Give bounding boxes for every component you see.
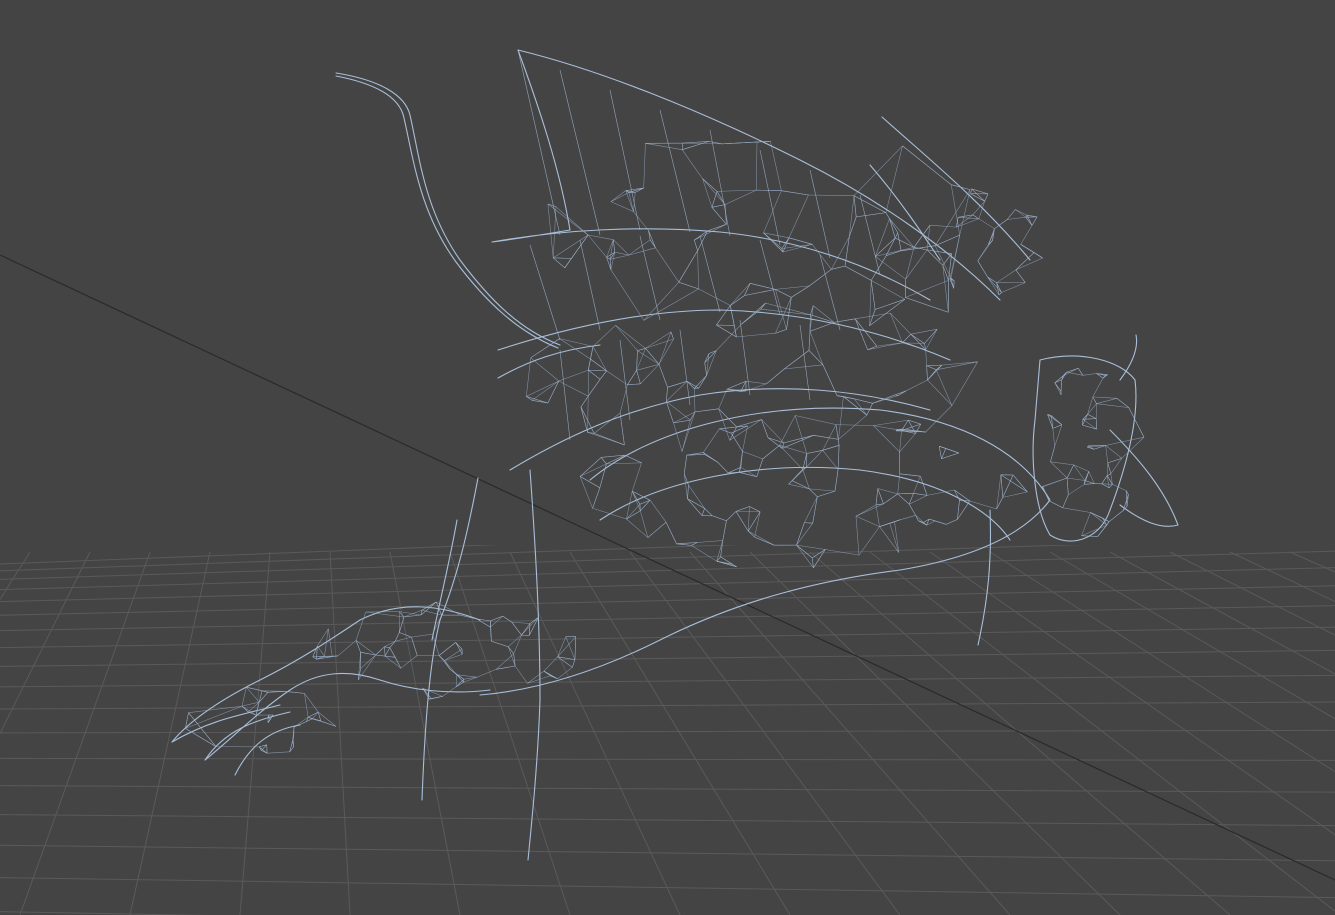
mesh-edge — [293, 716, 309, 728]
mesh-edge — [429, 696, 443, 700]
mesh-edge — [358, 652, 361, 680]
mesh-edge — [557, 636, 567, 657]
mesh-edge — [411, 637, 418, 656]
grid-line — [0, 551, 91, 735]
mesh-edge — [574, 636, 577, 660]
mesh-edge — [411, 633, 433, 638]
mesh-edge — [261, 690, 285, 692]
grid-line — [809, 551, 1231, 915]
mesh-edge — [307, 711, 319, 718]
mesh-edge — [527, 670, 545, 684]
mesh-edge — [455, 674, 457, 687]
grid-line — [0, 551, 31, 601]
ground-grid — [0, 0, 1335, 915]
mesh-edge — [543, 656, 558, 672]
mesh-edge — [395, 656, 402, 669]
mesh-edge — [375, 646, 385, 656]
grid-horizon-mask — [0, 0, 1335, 545]
mesh-edge — [389, 641, 396, 648]
mesh-edge — [318, 711, 337, 727]
mesh-edge — [394, 632, 400, 642]
mesh-edge — [384, 647, 391, 657]
mesh-edge — [490, 615, 503, 622]
grid-line — [749, 551, 1121, 915]
mesh-edge — [511, 621, 531, 624]
grid-line — [0, 757, 1335, 761]
grid-line — [629, 551, 901, 915]
mesh-edge — [444, 654, 463, 661]
mesh-edge — [813, 549, 826, 568]
mesh-edge — [812, 549, 826, 559]
mesh-edge — [258, 746, 268, 754]
mesh-edge — [384, 646, 386, 657]
tail-fin-spikes — [171, 704, 301, 776]
grid-line — [509, 551, 681, 915]
mesh-edge — [317, 645, 325, 657]
grid-line — [0, 877, 1335, 899]
grid-line — [569, 551, 791, 915]
mesh-edge — [389, 647, 396, 658]
mesh-edge — [572, 659, 576, 668]
mesh-edge — [557, 656, 573, 668]
mesh-edge — [691, 545, 717, 562]
grid-line — [0, 674, 1335, 688]
grid-line — [0, 585, 1335, 616]
mesh-edge — [557, 636, 577, 657]
mesh-edge — [511, 621, 522, 636]
mesh-edge — [449, 669, 465, 680]
mesh-edge — [422, 687, 443, 697]
grid-line — [0, 729, 1335, 734]
mesh-edge — [241, 687, 247, 707]
mesh-edge — [438, 655, 451, 670]
grid-line — [0, 814, 1335, 827]
mesh-edge — [476, 669, 497, 678]
mesh-edge — [384, 646, 390, 648]
mesh-edge — [399, 616, 405, 633]
grid-line — [0, 911, 210, 915]
viewport-scene[interactable] — [0, 0, 1335, 915]
mesh-edge — [267, 751, 290, 754]
mesh-edge — [293, 721, 307, 728]
mesh-edge — [491, 641, 509, 647]
mesh-edge — [514, 665, 528, 684]
mesh-edge — [317, 628, 329, 647]
grid-line — [0, 550, 1335, 591]
grid-line — [0, 605, 1335, 632]
mesh-edge — [185, 728, 217, 747]
mesh-edge — [796, 544, 814, 568]
mesh-edge — [355, 611, 367, 641]
mesh-edge — [720, 556, 737, 568]
mesh-edge — [543, 670, 558, 680]
mesh-edge — [508, 646, 514, 654]
mesh-edge — [716, 560, 737, 568]
grid-line — [0, 649, 1335, 667]
mesh-edge — [508, 634, 522, 647]
grid-line — [449, 551, 571, 915]
grid-line — [129, 551, 211, 915]
mesh-edge — [395, 636, 412, 642]
mesh-edge — [311, 711, 319, 719]
mesh-edge — [267, 691, 285, 693]
mesh-edge — [513, 634, 522, 654]
mesh-edge — [304, 693, 309, 718]
grid-line — [0, 701, 1335, 710]
mesh-edge — [312, 656, 317, 660]
grid-line — [329, 551, 351, 915]
grid-line — [0, 844, 1335, 862]
mesh-edge — [304, 693, 319, 713]
mesh-edge — [521, 623, 531, 636]
mesh-edge — [375, 654, 386, 657]
mesh-edge — [444, 648, 463, 661]
mesh-edge — [476, 618, 491, 628]
mesh-edge — [312, 718, 337, 727]
grid-line — [239, 551, 271, 915]
grid-line — [689, 551, 1011, 915]
3d-viewport[interactable] — [0, 0, 1335, 915]
grid-line — [19, 551, 151, 915]
mesh-edge — [565, 636, 576, 660]
mesh-edge — [438, 642, 456, 656]
